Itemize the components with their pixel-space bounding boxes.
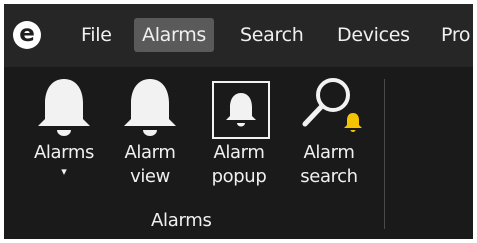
alarm-view-label-line1: Alarm — [124, 142, 176, 163]
alarm-search-label-line1: Alarm — [303, 142, 355, 163]
alarm-search-button[interactable]: Alarm search — [291, 73, 367, 189]
ribbon-group-label: Alarms — [151, 210, 212, 231]
alarm-view-label-line2: view — [130, 166, 170, 187]
menu-bar: e File Alarms Search Devices Pro — [4, 4, 473, 67]
alarm-popup-label-line1: Alarm — [213, 142, 265, 163]
alarms-dropdown-button[interactable]: Alarms ▾ — [26, 73, 102, 179]
bell-icon — [112, 73, 188, 141]
alarms-button-label: Alarms — [34, 142, 94, 163]
bell-icon — [26, 73, 102, 141]
menu-alarms[interactable]: Alarms — [134, 18, 215, 52]
app-logo[interactable]: e — [13, 21, 41, 49]
ribbon-panel: Alarms ▾ Alarm view Alarm popup Alarm se… — [4, 67, 473, 239]
menu-devices[interactable]: Devices — [337, 18, 410, 52]
app-logo-letter: e — [19, 21, 35, 47]
magnifier-bell-icon — [291, 73, 367, 141]
alarm-popup-label-line2: popup — [211, 166, 267, 187]
alarm-search-label-line2: search — [300, 166, 358, 187]
chevron-down-icon: ▾ — [61, 165, 67, 178]
menu-file[interactable]: File — [81, 18, 112, 52]
application-window: e File Alarms Search Devices Pro Alarms … — [4, 4, 473, 239]
ribbon-separator — [384, 79, 385, 229]
bell-in-frame-icon — [201, 73, 277, 141]
alarm-popup-button[interactable]: Alarm popup — [201, 73, 277, 189]
menu-search[interactable]: Search — [240, 18, 304, 52]
alarm-view-button[interactable]: Alarm view — [112, 73, 188, 189]
menu-pro[interactable]: Pro — [441, 18, 471, 52]
